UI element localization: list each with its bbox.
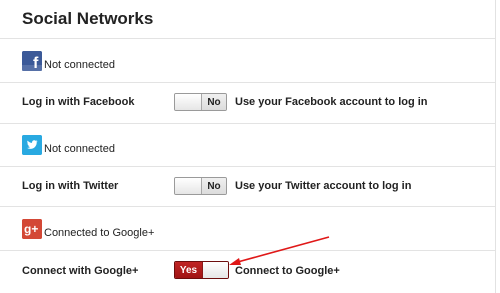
divider [0,166,495,167]
toggle-state: No [202,178,226,194]
divider [0,123,495,124]
twitter-login-toggle[interactable]: No [174,177,227,195]
google-connect-description: Connect to Google+ [235,265,340,277]
toggle-state: Yes [175,262,202,278]
svg-text:f: f [33,55,39,71]
twitter-status: Not connected [22,135,115,155]
toggle-knob [202,262,228,278]
social-networks-panel: Social Networks f Not connected Log in w… [0,0,496,293]
facebook-status: f Not connected [22,51,115,71]
divider [0,250,495,251]
google-status-text: Connected to Google+ [44,227,155,239]
divider [0,206,495,207]
twitter-status-text: Not connected [44,143,115,155]
divider [0,82,495,83]
google-connect-label: Connect with Google+ [22,265,139,277]
divider [0,38,495,39]
facebook-icon: f [22,51,42,71]
toggle-state: No [202,94,226,110]
section-title: Social Networks [22,9,154,28]
toggle-knob [175,178,202,194]
google-plus-icon: g+ [22,219,42,239]
facebook-login-toggle[interactable]: No [174,93,227,111]
twitter-icon [22,135,42,155]
toggle-knob [175,94,202,110]
google-connect-toggle[interactable]: Yes [174,261,229,279]
facebook-login-label: Log in with Facebook [22,96,135,108]
twitter-login-label: Log in with Twitter [22,180,119,192]
facebook-login-description: Use your Facebook account to log in [235,96,428,108]
google-status: g+ Connected to Google+ [22,219,154,239]
svg-text:g+: g+ [24,222,38,236]
facebook-status-text: Not connected [44,59,115,71]
twitter-login-description: Use your Twitter account to log in [235,180,412,192]
